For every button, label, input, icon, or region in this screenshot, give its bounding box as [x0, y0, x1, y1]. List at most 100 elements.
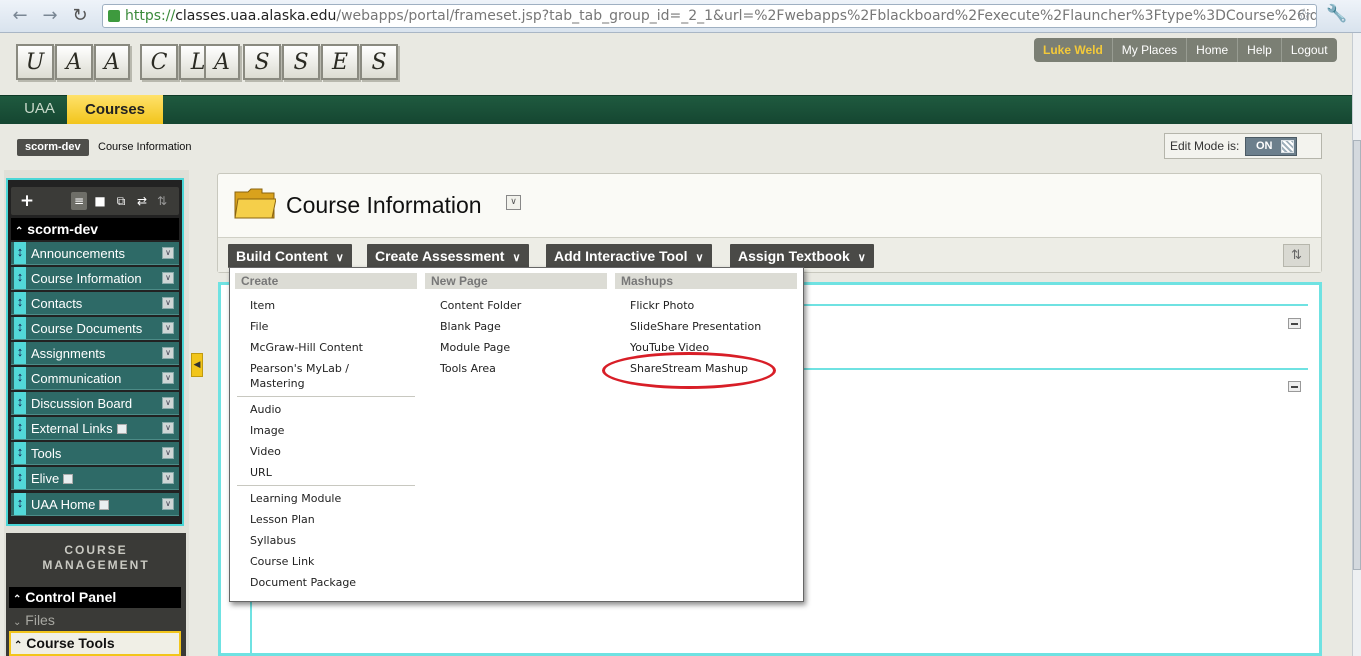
my-places-link[interactable]: My Places — [1111, 38, 1186, 62]
user-name-link[interactable]: Luke Weld — [1034, 38, 1112, 62]
menu-item-label: Course Information — [31, 271, 142, 286]
logout-link[interactable]: Logout — [1280, 38, 1337, 62]
add-interactive-tool-button[interactable]: Add Interactive Tool ∨ — [546, 244, 712, 268]
chevron-down-icon[interactable]: ∨ — [162, 397, 174, 409]
tab-courses[interactable]: Courses — [67, 95, 163, 124]
files-item[interactable]: ⌄ Files — [9, 610, 181, 630]
drag-handle-icon[interactable]: ↕ — [14, 392, 26, 414]
collapse-sidebar-icon[interactable]: ◀ — [191, 353, 203, 377]
drag-handle-icon[interactable]: ↕ — [14, 317, 26, 339]
home-link[interactable]: Home — [1186, 38, 1237, 62]
menu-item-announcements[interactable]: ↕ Announcements ∨ — [11, 242, 179, 265]
menu-item-communication[interactable]: ↕ Communication ∨ — [11, 367, 179, 390]
menu-item-document-package[interactable]: Document Package — [250, 576, 356, 590]
chevron-down-icon[interactable]: ∨ — [162, 347, 174, 359]
menu-item-uaa-home[interactable]: ↕ UAA Home ∨ — [11, 493, 179, 516]
reload-icon[interactable]: ↻ — [68, 5, 92, 27]
chevron-down-icon[interactable]: ∨ — [162, 372, 174, 384]
menu-item-mcgraw-hill[interactable]: McGraw-Hill Content — [250, 341, 363, 355]
add-menu-item-icon[interactable]: + — [19, 192, 35, 210]
external-link-icon — [63, 474, 74, 484]
drag-handle-icon[interactable]: ↕ — [14, 467, 26, 489]
chevron-down-icon[interactable]: ∨ — [162, 447, 174, 459]
create-assessment-button[interactable]: Create Assessment ∨ — [367, 244, 529, 268]
menu-item-flickr-photo[interactable]: Flickr Photo — [630, 299, 694, 313]
logo-letter: S — [282, 44, 320, 80]
collapse-caret-icon: ⌃ — [14, 640, 23, 651]
menu-item-url[interactable]: URL — [250, 466, 272, 480]
control-panel-header[interactable]: ⌃ Control Panel — [9, 587, 181, 608]
menu-item-syllabus[interactable]: Syllabus — [250, 534, 296, 548]
drag-handle-icon[interactable]: ↕ — [14, 442, 26, 464]
menu-item-assignments[interactable]: ↕ Assignments ∨ — [11, 342, 179, 365]
help-link[interactable]: Help — [1237, 38, 1281, 62]
collapse-item-icon[interactable] — [1288, 381, 1301, 392]
menu-item-item[interactable]: Item — [250, 299, 275, 313]
chevron-down-icon[interactable]: ∨ — [162, 472, 174, 484]
menu-item-course-link[interactable]: Course Link — [250, 555, 314, 569]
chevron-down-icon: ∨ — [857, 252, 866, 264]
drag-handle-icon[interactable]: ↕ — [14, 267, 26, 289]
folder-view-icon[interactable]: ■ — [92, 192, 108, 210]
menu-item-blank-page[interactable]: Blank Page — [440, 320, 501, 334]
menu-item-content-folder[interactable]: Content Folder — [440, 299, 521, 313]
scrollbar-thumb[interactable] — [1353, 140, 1361, 570]
address-bar[interactable]: https://classes.uaa.alaska.edu/webapps/p… — [102, 4, 1317, 28]
refresh-icon[interactable]: ⇄ — [134, 192, 150, 210]
menu-item-course-documents[interactable]: ↕ Course Documents ∨ — [11, 317, 179, 340]
bookmark-star-icon[interactable]: ☆ — [1296, 5, 1312, 26]
chevron-down-icon[interactable]: ∨ — [162, 272, 174, 284]
menu-heading-new-page: New Page — [425, 273, 607, 289]
files-label: Files — [25, 612, 55, 628]
menu-item-image[interactable]: Image — [250, 424, 284, 438]
menu-item-pearson-mylab[interactable]: Pearson's MyLab / — [250, 362, 349, 376]
logo-letter: S — [243, 44, 281, 80]
drag-handle-icon[interactable]: ↕ — [14, 342, 26, 364]
chevron-down-icon[interactable]: ∨ — [162, 498, 174, 510]
menu-separator — [237, 396, 415, 397]
menu-item-tools-area[interactable]: Tools Area — [440, 362, 496, 376]
drag-handle-icon[interactable]: ↕ — [14, 367, 26, 389]
menu-item-file[interactable]: File — [250, 320, 268, 334]
list-view-icon[interactable]: ≡ — [71, 192, 87, 210]
forward-icon[interactable]: → — [38, 5, 62, 27]
menu-item-discussion-board[interactable]: ↕ Discussion Board ∨ — [11, 392, 179, 415]
menu-item-pearson-mastering[interactable]: Mastering — [250, 377, 305, 391]
new-window-icon[interactable]: ⧉ — [113, 192, 129, 210]
menu-item-elive[interactable]: ↕ Elive ∨ — [11, 467, 179, 490]
reorder-icon[interactable]: ⇅ — [154, 192, 170, 210]
menu-item-video[interactable]: Video — [250, 445, 281, 459]
toggle-handle-icon — [1281, 140, 1294, 153]
drag-handle-icon[interactable]: ↕ — [14, 242, 26, 264]
chevron-down-icon[interactable]: ∨ — [162, 297, 174, 309]
chevron-down-icon[interactable]: ∨ — [162, 422, 174, 434]
menu-item-module-page[interactable]: Module Page — [440, 341, 510, 355]
menu-item-slideshare[interactable]: SlideShare Presentation — [630, 320, 761, 334]
menu-item-learning-module[interactable]: Learning Module — [250, 492, 341, 506]
menu-item-tools[interactable]: ↕ Tools ∨ — [11, 442, 179, 465]
breadcrumb-course[interactable]: scorm-dev — [17, 139, 89, 156]
menu-item-audio[interactable]: Audio — [250, 403, 281, 417]
tab-uaa[interactable]: UAA — [12, 95, 68, 124]
menu-item-lesson-plan[interactable]: Lesson Plan — [250, 513, 315, 527]
menu-item-contacts[interactable]: ↕ Contacts ∨ — [11, 292, 179, 315]
drag-handle-icon[interactable]: ↕ — [14, 493, 26, 515]
drag-handle-icon[interactable]: ↕ — [14, 292, 26, 314]
menu-item-course-information[interactable]: ↕ Course Information ∨ — [11, 267, 179, 290]
drag-handle-icon[interactable]: ↕ — [14, 417, 26, 439]
chevron-down-icon[interactable]: ∨ — [162, 322, 174, 334]
back-icon[interactable]: ← — [8, 5, 32, 27]
collapse-item-icon[interactable] — [1288, 318, 1301, 329]
reorder-icon[interactable]: ⇅ — [1283, 244, 1310, 267]
chevron-down-icon[interactable]: ∨ — [162, 247, 174, 259]
wrench-icon[interactable]: 🔧 — [1326, 4, 1347, 24]
course-tools-item[interactable]: ⌃ Course Tools — [9, 631, 181, 656]
course-menu-title[interactable]: ⌃ scorm-dev — [11, 218, 179, 240]
collapse-caret-icon: ⌃ — [15, 226, 24, 237]
edit-mode-toggle[interactable]: ON — [1245, 137, 1297, 156]
url-host: classes.uaa.alaska.edu — [175, 8, 337, 24]
assign-textbook-button[interactable]: Assign Textbook ∨ — [730, 244, 874, 268]
build-content-button[interactable]: Build Content ∨ — [228, 244, 352, 268]
chevron-down-icon[interactable]: ∨ — [506, 195, 521, 210]
menu-item-external-links[interactable]: ↕ External Links ∨ — [11, 417, 179, 440]
